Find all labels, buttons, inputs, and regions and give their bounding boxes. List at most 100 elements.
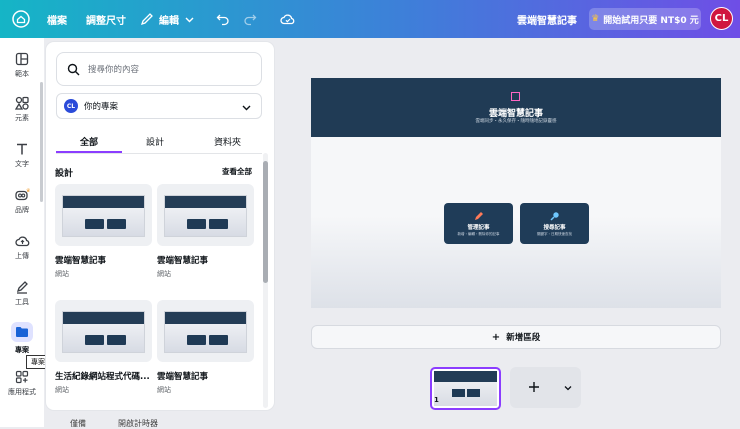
plus-icon xyxy=(529,382,539,392)
cloud-save-button[interactable] xyxy=(280,0,296,38)
feature-card-search[interactable]: 搜尋記事 關鍵字・日期快速查找 xyxy=(520,203,589,244)
feature-desc: 新增・編輯・刪除你的記事 xyxy=(457,232,500,236)
rail-label: 專案 xyxy=(15,346,29,354)
feature-card-manage[interactable]: 管理記事 新增・編輯・刪除你的記事 xyxy=(444,203,513,244)
project-selector-label: 你的專案 xyxy=(84,102,119,112)
chevron-down-icon xyxy=(242,105,251,111)
document-title[interactable]: 雲端智慧記事 xyxy=(517,0,577,38)
undo-icon xyxy=(216,14,229,26)
add-page-button[interactable] xyxy=(510,367,581,408)
design-type: 網站 xyxy=(157,270,171,278)
upgrade-button[interactable]: ♛ 開始試用只要 NT$0 元 xyxy=(589,8,701,30)
design-canvas[interactable]: 雲端智慧記事 雲端同步・永久保存・隨時隨地記錄靈感 管理記事 新增・編輯・刪除你… xyxy=(311,78,721,308)
feature-title: 搜尋記事 xyxy=(543,225,566,231)
search-icon xyxy=(67,63,80,75)
redo-button[interactable] xyxy=(243,0,257,38)
section-title: 設計 xyxy=(55,169,74,179)
pencil-icon xyxy=(475,212,483,220)
feature-desc: 關鍵字・日期快速查找 xyxy=(537,232,572,236)
rail-item-elements[interactable]: 元素 xyxy=(0,96,44,123)
rail-label: 應用程式 xyxy=(8,388,36,396)
rail-label: 範本 xyxy=(15,70,29,78)
rail-label: 上傳 xyxy=(15,252,29,260)
top-bar: 檔案 調整尺寸 編輯 雲端智慧記事 ♛ 開始試用只要 NT$0 元 CL xyxy=(0,0,740,38)
edit-menu[interactable]: 編輯 xyxy=(140,0,194,38)
apps-icon xyxy=(15,370,29,384)
crown-icon: ♛ xyxy=(591,14,600,24)
tab-designs[interactable]: 設計 xyxy=(146,135,164,148)
upgrade-label: 開始試用只要 NT$0 元 xyxy=(603,15,699,26)
edit-label: 編輯 xyxy=(159,15,179,27)
design-type: 網站 xyxy=(157,386,171,394)
chevron-down-icon xyxy=(564,386,572,391)
design-title: 雲端智慧記事 xyxy=(55,256,107,266)
upload-icon xyxy=(14,236,29,247)
tools-icon xyxy=(16,281,28,294)
cloud-check-icon xyxy=(280,14,295,25)
footer-item[interactable]: 僅備 xyxy=(70,418,86,429)
logo-icon xyxy=(511,92,520,101)
search-box[interactable]: 搜尋你的內容 xyxy=(56,52,262,86)
design-title: 雲端智慧記事 xyxy=(157,372,209,382)
folder-icon xyxy=(16,327,28,337)
user-avatar[interactable]: CL xyxy=(710,7,733,30)
design-card[interactable]: 雲端智慧記事 網站 xyxy=(55,184,152,279)
text-icon xyxy=(17,143,27,155)
project-selector[interactable]: CL 你的專案 xyxy=(56,93,262,119)
design-type: 網站 xyxy=(55,386,69,394)
home-button[interactable] xyxy=(12,0,30,38)
rail-label: 元素 xyxy=(15,114,29,122)
projects-panel: 搜尋你的內容 CL 你的專案 全部 設計 資料夾 設計 查看全部 雲端智慧記事 … xyxy=(46,42,274,410)
chevron-down-icon xyxy=(185,17,194,22)
search-icon xyxy=(550,212,559,221)
plus-icon: + xyxy=(491,331,501,343)
design-title: 雲端智慧記事 xyxy=(157,256,209,266)
rail-label: 工具 xyxy=(15,298,29,306)
panel-tabs: 全部 設計 資料夾 xyxy=(56,132,262,154)
rail-item-projects[interactable]: 專案 xyxy=(0,322,44,355)
design-thumbnail xyxy=(157,300,254,362)
panel-scrollbar[interactable] xyxy=(263,153,268,408)
add-section-label: 新增區段 xyxy=(506,333,541,343)
brand-icon: ♛ xyxy=(15,188,30,201)
tab-folders[interactable]: 資料夾 xyxy=(214,135,241,148)
rail-item-brand[interactable]: ♛ 品牌 xyxy=(0,188,44,215)
undo-button[interactable] xyxy=(216,0,230,38)
rail-item-text[interactable]: 文字 xyxy=(0,142,44,169)
add-section-button[interactable]: + 新增區段 xyxy=(311,325,721,349)
template-icon xyxy=(15,52,29,66)
design-thumbnail xyxy=(55,184,152,246)
resize-menu[interactable]: 調整尺寸 xyxy=(86,0,126,38)
design-type: 網站 xyxy=(55,270,69,278)
footer-item[interactable]: 開啟計時器 xyxy=(118,418,158,429)
tab-all[interactable]: 全部 xyxy=(80,135,98,148)
file-menu[interactable]: 檔案 xyxy=(47,0,67,38)
design-title: 生活紀錄網站程式代碼... xyxy=(55,372,150,382)
design-thumbnail xyxy=(157,184,254,246)
rail-item-upload[interactable]: 上傳 xyxy=(0,234,44,261)
rail-label: 文字 xyxy=(15,160,29,168)
design-card[interactable]: 雲端智慧記事 網站 xyxy=(157,300,254,395)
design-card[interactable]: 雲端智慧記事 網站 xyxy=(157,184,254,279)
search-placeholder: 搜尋你的內容 xyxy=(88,65,140,75)
hero-banner: 雲端智慧記事 雲端同步・永久保存・隨時隨地記錄靈感 xyxy=(311,78,721,137)
hero-subtitle: 雲端同步・永久保存・隨時隨地記錄靈感 xyxy=(475,119,557,124)
svg-text:♛: ♛ xyxy=(26,188,30,194)
redo-icon xyxy=(244,14,257,26)
rail-item-apps[interactable]: 應用程式 xyxy=(0,370,44,397)
feature-title: 管理記事 xyxy=(467,225,490,231)
page-number: 1 xyxy=(434,396,439,404)
page-thumbnail[interactable] xyxy=(430,367,501,410)
rail-scrollbar[interactable] xyxy=(40,82,43,202)
rail-item-templates[interactable]: 範本 xyxy=(0,52,44,79)
scrollbar-thumb[interactable] xyxy=(263,161,268,283)
design-card[interactable]: 生活紀錄網站程式代碼... 網站 xyxy=(55,300,152,395)
pencil-icon xyxy=(140,13,153,26)
active-tab-indicator xyxy=(56,151,122,153)
home-icon xyxy=(12,10,30,28)
project-avatar: CL xyxy=(64,99,78,113)
rail-item-tools[interactable]: 工具 xyxy=(0,280,44,307)
elements-icon xyxy=(15,96,29,110)
design-thumbnail xyxy=(55,300,152,362)
see-all-link[interactable]: 查看全部 xyxy=(222,166,252,177)
